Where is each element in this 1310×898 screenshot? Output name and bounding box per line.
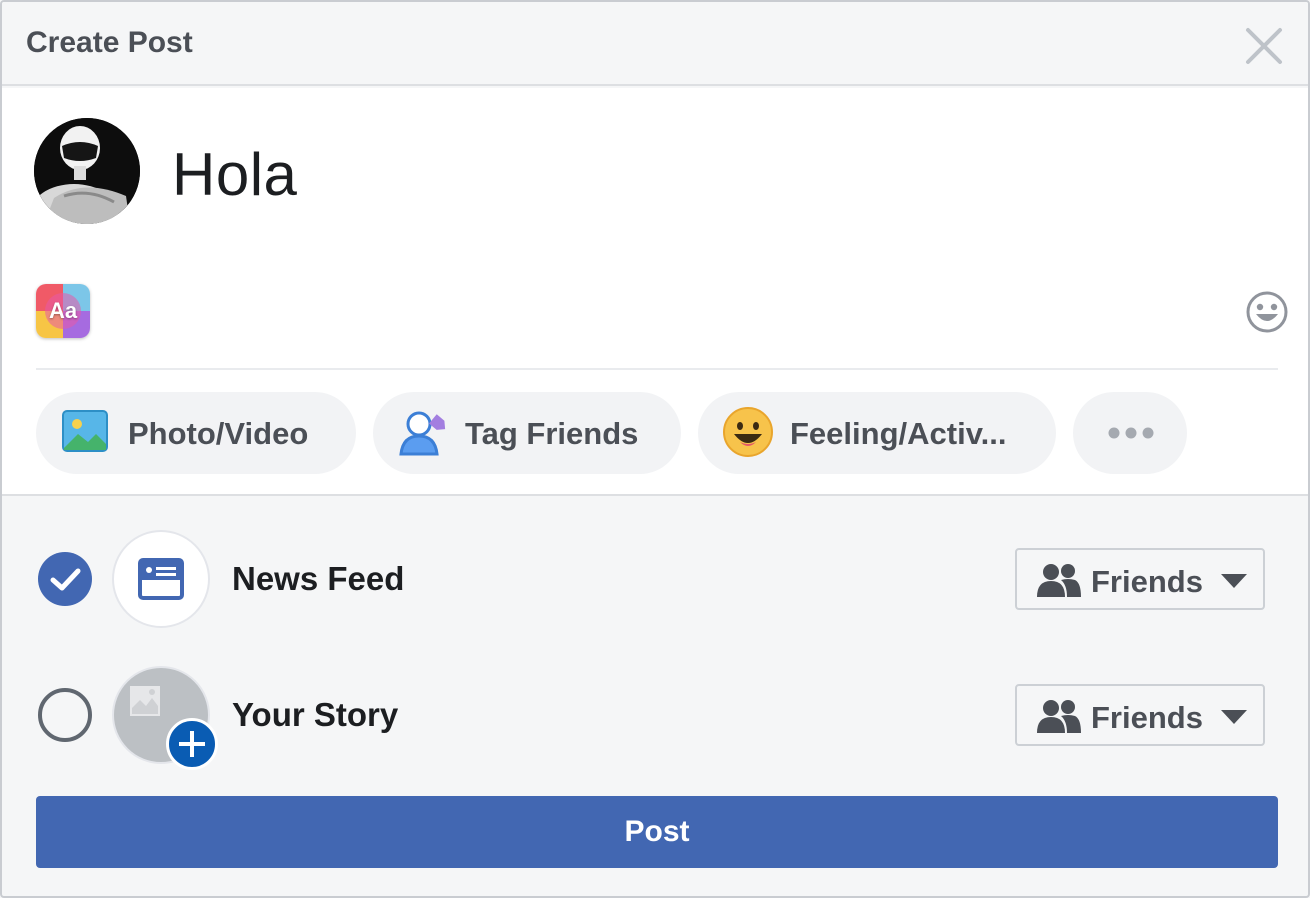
feeling-activity-label: Feeling/Activ... [790, 416, 1007, 451]
dialog-header: Create Post [2, 2, 1308, 86]
composer-divider [36, 368, 1278, 370]
news-feed-checkbox[interactable] [38, 552, 92, 606]
photo-video-button[interactable]: Photo/Video [36, 392, 356, 474]
add-story-plus-icon[interactable] [166, 718, 218, 770]
avatar [34, 118, 140, 224]
your-story-audience-label: Friends [1091, 700, 1203, 735]
smiley-icon[interactable] [1245, 290, 1289, 334]
close-icon[interactable] [1242, 24, 1286, 68]
more-dots-icon [1108, 427, 1154, 439]
news-feed-audience-label: Friends [1091, 564, 1203, 599]
post-button[interactable]: Post [36, 796, 1278, 868]
photo-video-label: Photo/Video [128, 416, 309, 451]
chevron-down-icon [1221, 574, 1247, 588]
news-feed-label: News Feed [232, 560, 405, 597]
news-feed-icon [112, 530, 210, 628]
feeling-activity-button[interactable]: Feeling/Activ... [698, 392, 1056, 474]
friends-icon [1037, 564, 1081, 597]
text-format-label: Aa [48, 298, 78, 323]
destination-your-story: Your Story Friends [2, 666, 1308, 770]
photo-icon [62, 410, 108, 452]
text-format-button[interactable]: Aa [36, 284, 90, 338]
tag-friends-icon [399, 411, 446, 456]
dialog-title: Create Post [26, 26, 193, 59]
chevron-down-icon [1221, 710, 1247, 724]
post-text-input[interactable]: Hola [172, 140, 297, 209]
create-post-dialog: Create Post Hola Aa Photo/Video Tag Frie… [0, 0, 1310, 898]
destination-news-feed: News Feed Friends [2, 530, 1308, 630]
tag-friends-label: Tag Friends [465, 416, 639, 451]
your-story-checkbox[interactable] [38, 688, 92, 742]
your-story-audience-dropdown[interactable]: Friends [1015, 684, 1265, 746]
tag-friends-button[interactable]: Tag Friends [373, 392, 681, 474]
your-story-label: Your Story [232, 696, 399, 733]
feeling-emoji-icon [723, 407, 773, 457]
friends-icon [1037, 700, 1081, 733]
checkmark-icon [50, 568, 81, 591]
more-options-button[interactable] [1073, 392, 1187, 474]
news-feed-audience-dropdown[interactable]: Friends [1015, 548, 1265, 610]
composer: Hola Aa Photo/Video Tag Friends Feeling/… [2, 88, 1308, 496]
